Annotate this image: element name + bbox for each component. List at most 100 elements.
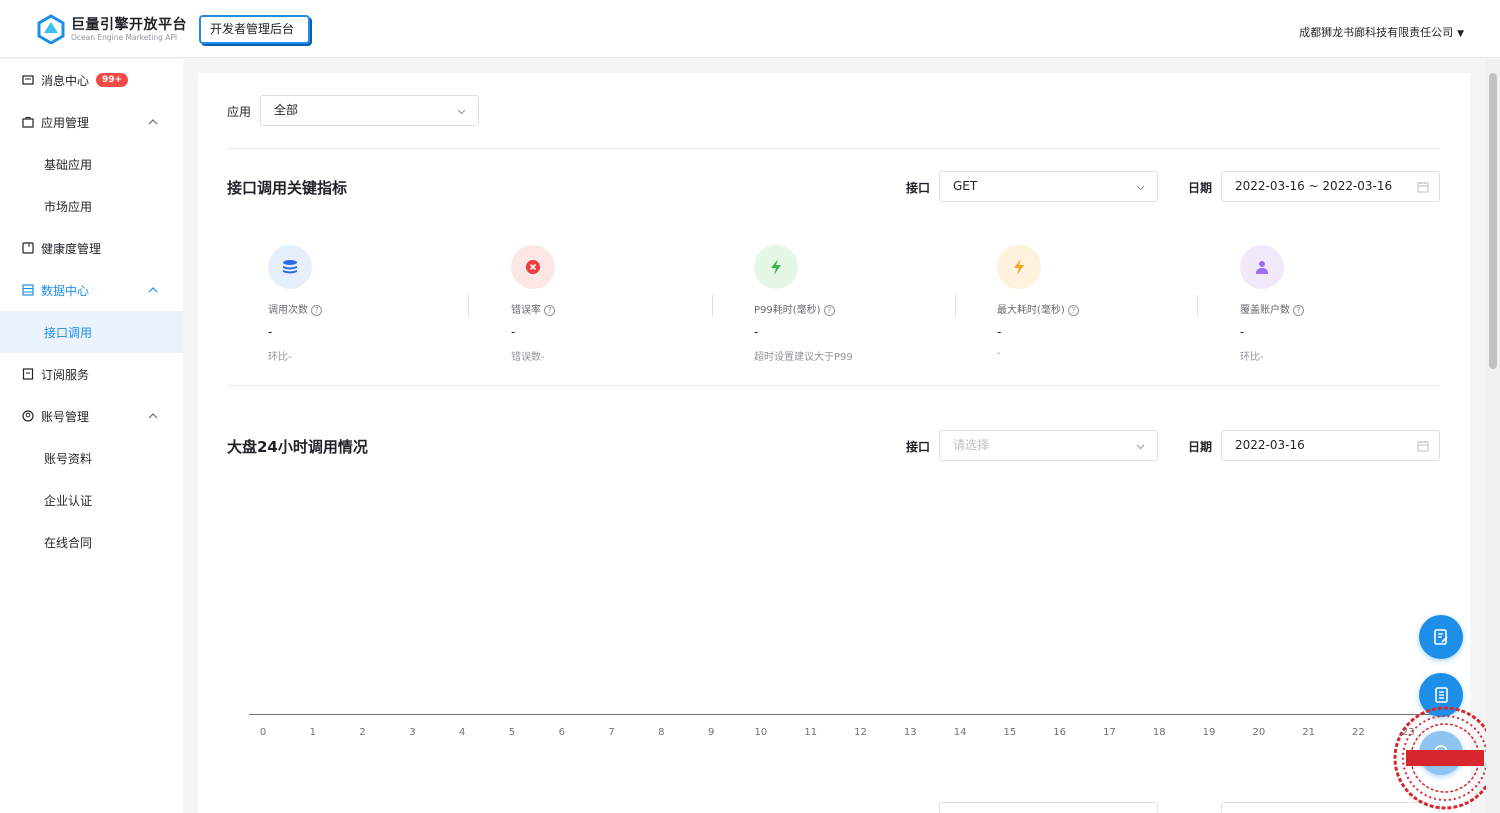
metric-sub: - xyxy=(997,348,1001,359)
kpi-api-select[interactable]: GET xyxy=(939,171,1158,202)
app-select[interactable]: 全部 xyxy=(260,95,479,126)
kpi-date-range-picker[interactable]: 2022-03-16 ~ 2022-03-16 xyxy=(1221,171,1440,202)
sidebar-item-subscriptions[interactable]: 订阅服务 xyxy=(0,353,183,395)
x-tick-label: 14 xyxy=(953,727,967,738)
sidebar-nav: 消息中心 99+ 应用管理 基础应用 市场应用 健康度管理 数据中心 接口调用 … xyxy=(0,59,183,813)
chart-api-select[interactable]: 请选择 xyxy=(939,430,1158,461)
brand-title[interactable]: 巨量引擎开放平台 xyxy=(71,14,187,34)
x-axis-line xyxy=(249,714,1444,715)
sidebar-item-account-profile[interactable]: 账号资料 xyxy=(0,437,183,479)
sidebar-item-label: 应用管理 xyxy=(41,115,90,130)
x-tick-label: 3 xyxy=(409,727,416,738)
x-tick-label: 20 xyxy=(1252,727,1266,738)
sidebar-item-label: 账号资料 xyxy=(44,451,93,466)
caret-down-icon: ▼ xyxy=(1457,29,1464,39)
sidebar-item-label: 消息中心 xyxy=(41,73,90,88)
chevron-down-icon xyxy=(1136,444,1145,450)
next-api-select[interactable] xyxy=(939,802,1158,813)
ocean-engine-logo-icon[interactable] xyxy=(36,14,66,44)
x-tick-label: 17 xyxy=(1103,727,1116,738)
sidebar-item-health[interactable]: 健康度管理 xyxy=(0,227,183,269)
sidebar-item-label: 账号管理 xyxy=(41,409,90,424)
developer-console-badge[interactable]: 开发者管理后台 xyxy=(199,15,310,44)
kpi-section-title: 接口调用关键指标 xyxy=(227,179,348,197)
chart-api-label: 接口 xyxy=(906,440,931,454)
divider xyxy=(227,385,1440,386)
x-tick-label: 15 xyxy=(1003,727,1017,738)
sidebar-item-basic-apps[interactable]: 基础应用 xyxy=(0,143,183,185)
x-tick-label: 18 xyxy=(1152,727,1166,738)
kpi-date-range-value: 2022-03-16 ~ 2022-03-16 xyxy=(1235,179,1393,193)
lightning-icon xyxy=(754,245,798,289)
subscription-icon xyxy=(22,368,34,380)
user-icon xyxy=(1240,245,1284,289)
help-icon[interactable]: ? xyxy=(1067,305,1079,316)
help-icon[interactable]: ? xyxy=(311,305,322,316)
scrollbar-thumb[interactable] xyxy=(1489,73,1497,369)
message-icon xyxy=(22,75,34,85)
x-tick-label: 0 xyxy=(259,727,267,738)
x-tick-label: 10 xyxy=(754,727,768,738)
chart-section-title: 大盘24小时调用情况 xyxy=(227,438,368,456)
sidebar-item-label: 企业认证 xyxy=(44,493,93,508)
x-tick-label: 16 xyxy=(1053,727,1067,738)
sidebar-item-api-calls[interactable]: 接口调用 xyxy=(0,311,183,353)
x-tick-label: 5 xyxy=(508,727,516,738)
app-filter-label: 应用 xyxy=(227,105,252,119)
metric-separator xyxy=(1197,295,1198,317)
lightning-icon xyxy=(997,245,1041,289)
metric-value: - xyxy=(268,325,273,339)
chart-date-picker[interactable]: 2022-03-16 xyxy=(1221,430,1440,461)
error-icon xyxy=(511,245,555,289)
metric-value: - xyxy=(997,325,1002,339)
help-icon[interactable]: ? xyxy=(823,305,835,316)
app-icon xyxy=(22,117,34,128)
x-tick-label: 9 xyxy=(707,727,715,738)
kpi-api-label: 接口 xyxy=(906,181,931,195)
calendar-icon xyxy=(1417,441,1429,452)
company-name: 成都狮龙书廊科技有限责任公司 xyxy=(1299,26,1454,39)
chart-date-label: 日期 xyxy=(1188,440,1213,454)
sidebar-item-app-management[interactable]: 应用管理 xyxy=(0,101,183,143)
sidebar-item-online-contract[interactable]: 在线合同 xyxy=(0,521,183,563)
sidebar-item-data-center[interactable]: 数据中心 xyxy=(0,269,183,311)
sidebar-item-account-management[interactable]: 账号管理 xyxy=(0,395,183,437)
metric-sub: 环比- xyxy=(268,352,292,363)
unread-count-badge: 99+ xyxy=(96,73,129,87)
kpi-api-select-value: GET xyxy=(953,179,978,193)
sidebar-item-messages[interactable]: 消息中心 99+ xyxy=(0,59,183,101)
chart-date-value: 2022-03-16 xyxy=(1235,438,1305,452)
metric-name: 错误率? xyxy=(511,301,555,316)
database-icon xyxy=(22,284,34,296)
metric-name: P99耗时(毫秒)? xyxy=(754,301,835,316)
database-stack-icon xyxy=(268,245,312,289)
document-icon xyxy=(1435,687,1448,703)
metric-p99-latency: P99耗时(毫秒)? - 超时设置建议大于P99 xyxy=(754,245,997,370)
feedback-button[interactable] xyxy=(1419,615,1463,659)
metric-sub: 超时设置建议大于P99 xyxy=(754,352,853,363)
calendar-icon xyxy=(1417,182,1429,193)
x-tick-label: 13 xyxy=(903,727,917,738)
sidebar-item-label: 数据中心 xyxy=(41,283,90,298)
chevron-up-icon xyxy=(148,119,158,125)
sidebar-item-label: 在线合同 xyxy=(44,535,93,550)
sidebar-item-label: 订阅服务 xyxy=(41,367,90,382)
company-account-menu[interactable]: 成都狮龙书廊科技有限责任公司 ▼ xyxy=(1299,24,1464,40)
sidebar-item-enterprise-verification[interactable]: 企业认证 xyxy=(0,479,183,521)
x-tick-label: 11 xyxy=(804,727,818,738)
metric-separator xyxy=(468,295,469,317)
sidebar-item-label: 市场应用 xyxy=(44,199,93,214)
sidebar-item-market-apps[interactable]: 市场应用 xyxy=(0,185,183,227)
metric-accounts-covered: 覆盖账户数? - 环比- xyxy=(1240,245,1483,370)
x-tick-label: 12 xyxy=(854,727,867,738)
metric-value: - xyxy=(754,325,759,339)
help-icon[interactable]: ? xyxy=(1293,305,1304,316)
user-circle-icon xyxy=(22,410,34,422)
divider xyxy=(227,148,1440,149)
metric-max-latency: 最大耗时(毫秒)? - - xyxy=(997,245,1240,370)
company-seal-stamp-icon xyxy=(1393,706,1497,810)
chevron-up-icon xyxy=(148,287,158,293)
help-icon[interactable]: ? xyxy=(544,305,555,316)
page-scrollbar[interactable] xyxy=(1486,59,1500,813)
metric-call-count: 调用次数? - 环比- xyxy=(268,245,511,370)
